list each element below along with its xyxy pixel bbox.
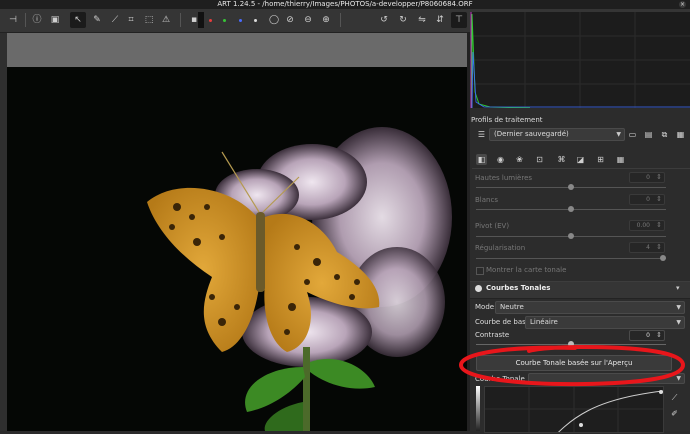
mode-selector[interactable]: Neutre ▼ xyxy=(495,301,685,314)
transform-tab-icon[interactable]: ⊡ xyxy=(534,154,545,165)
save-icon[interactable]: ▤ xyxy=(643,129,654,140)
color-tab-icon[interactable]: ❀ xyxy=(514,154,525,165)
param-label-pivot: Pivot (EV) xyxy=(475,222,510,230)
param-label-whites: Blancs xyxy=(475,196,498,204)
flip-horizontal-icon[interactable]: ⇋ xyxy=(414,12,430,28)
param-spin-pivot[interactable]: 0.00 ⇕ xyxy=(629,220,665,231)
param-value-pivot: 0.00 xyxy=(636,222,650,229)
spin-arrows-icon: ⇕ xyxy=(656,195,662,203)
contrast-value: 0 xyxy=(646,332,650,339)
base-curve-value: Linéaire xyxy=(530,318,558,326)
open-folder-icon[interactable]: ▭ xyxy=(627,129,638,140)
panel-toggle-icon[interactable]: ⊣ xyxy=(5,12,21,28)
image-top-margin xyxy=(7,33,467,67)
preview-rgb-icon[interactable] xyxy=(198,12,204,28)
info-icon[interactable]: ⓘ xyxy=(29,12,45,28)
param-value-highlights: 0 xyxy=(646,174,650,181)
preview-luminance-icon[interactable] xyxy=(254,19,257,22)
param-label-highlights: Hautes lumières xyxy=(475,174,533,182)
contrast-label: Contraste xyxy=(475,331,510,339)
tone-curves-title: Courbes Tonales xyxy=(486,284,551,292)
perspective-icon[interactable]: ⬚ xyxy=(141,12,157,28)
window-titlebar: ART 1.24.5 - /home/thierry/Images/PHOTOS… xyxy=(0,0,690,9)
close-window-button[interactable]: × xyxy=(679,1,686,8)
effects-tab-icon[interactable]: ◪ xyxy=(575,154,586,165)
slider-knob[interactable] xyxy=(568,184,574,190)
mode-label: Mode: xyxy=(475,303,497,311)
param-value-regularization: 4 xyxy=(646,244,650,251)
slider-knob[interactable] xyxy=(660,255,666,261)
param-spin-highlights[interactable]: 0 ⇕ xyxy=(629,172,665,183)
param-value-whites: 0 xyxy=(646,196,650,203)
profile-list-icon[interactable]: ☰ xyxy=(476,129,487,140)
zoom-100-icon[interactable]: ⊘ xyxy=(282,12,298,28)
exposure-tab-icon[interactable]: ◧ xyxy=(476,154,487,165)
toolbar-separator xyxy=(25,13,26,27)
crop-icon[interactable]: ⌗ xyxy=(123,12,139,28)
details-tab-icon[interactable]: ◉ xyxy=(495,154,506,165)
hand-icon[interactable]: ↖ xyxy=(70,12,86,28)
raw-tab-icon[interactable]: ⌘ xyxy=(556,154,567,165)
chevron-down-icon: ▼ xyxy=(676,319,681,326)
paste-profile-icon[interactable]: ▦ xyxy=(675,129,686,140)
curve-edit-node-icon[interactable]: ⟋ xyxy=(669,392,680,403)
histogram-graph xyxy=(470,12,690,109)
param-label-regularization: Régularisation xyxy=(475,244,526,252)
chevron-down-icon: ▼ xyxy=(616,131,621,138)
preview-blue-icon[interactable] xyxy=(239,19,242,22)
param-spin-regularization[interactable]: 4 ⇕ xyxy=(629,242,665,253)
slider-knob[interactable] xyxy=(568,206,574,212)
photo-preview[interactable] xyxy=(7,67,467,431)
copy-profile-icon[interactable]: ⧉ xyxy=(659,129,670,140)
contrast-spin[interactable]: 0 ⇕ xyxy=(629,330,665,341)
curve-picker-icon[interactable]: ✐ xyxy=(669,408,680,419)
chevron-down-icon: ▼ xyxy=(676,304,681,311)
rotate-left-icon[interactable]: ↺ xyxy=(376,12,392,28)
zoom-in-icon[interactable]: ⊕ xyxy=(318,12,334,28)
preview-red-icon[interactable] xyxy=(209,19,212,22)
curve-graph xyxy=(485,387,664,434)
butterfly-photo xyxy=(7,67,467,431)
rotate-right-icon[interactable]: ↻ xyxy=(395,12,411,28)
clipping-indicator-icon[interactable]: ⚠ xyxy=(158,12,174,28)
spin-arrows-icon: ⇕ xyxy=(656,221,662,229)
param-spin-whites[interactable]: 0 ⇕ xyxy=(629,194,665,205)
spin-arrows-icon: ⇕ xyxy=(656,331,662,339)
preview-green-icon[interactable] xyxy=(223,19,226,22)
section-menu-icon[interactable]: ▾ xyxy=(676,284,680,293)
straighten-icon[interactable]: ⟋ xyxy=(107,12,123,28)
history-icon[interactable]: ▣ xyxy=(47,12,63,28)
show-tone-map-checkbox[interactable] xyxy=(476,267,484,275)
spin-arrows-icon: ⇕ xyxy=(656,173,662,181)
base-curve-selector[interactable]: Linéaire ▼ xyxy=(525,316,685,329)
spin-arrows-icon: ⇕ xyxy=(656,243,662,251)
batch-tab-icon[interactable]: ▦ xyxy=(615,154,626,165)
base-curve-label: Courbe de base: xyxy=(475,318,533,326)
show-tone-map-label: Montrer la carte tonale xyxy=(486,266,567,274)
profile-selected-value: (Dernier sauvegardé) xyxy=(494,130,569,138)
toolbar-separator xyxy=(180,13,181,27)
mode-value: Neutre xyxy=(500,303,524,311)
flip-vertical-icon[interactable]: ⇵ xyxy=(432,12,448,28)
metadata-tab-icon[interactable]: ⊞ xyxy=(595,154,606,165)
window-title: ART 1.24.5 - /home/thierry/Images/PHOTOS… xyxy=(217,0,473,8)
profile-selector[interactable]: (Dernier sauvegardé) ▼ xyxy=(489,128,625,141)
toolbar-separator xyxy=(340,13,341,27)
curve-editor[interactable] xyxy=(484,386,664,434)
zoom-fit-icon[interactable]: ◯ xyxy=(266,12,282,28)
red-annotation-circle xyxy=(458,344,686,387)
zoom-out-icon[interactable]: ⊖ xyxy=(300,12,316,28)
slider-knob[interactable] xyxy=(568,233,574,239)
power-icon[interactable] xyxy=(475,285,482,292)
param-slider-regularization[interactable] xyxy=(476,258,666,259)
histogram xyxy=(470,12,690,109)
color-picker-icon[interactable]: ✎ xyxy=(89,12,105,28)
right-panel-toggle-icon[interactable]: ⊤ xyxy=(451,12,467,28)
profiles-header: Profils de traitement xyxy=(471,116,543,124)
